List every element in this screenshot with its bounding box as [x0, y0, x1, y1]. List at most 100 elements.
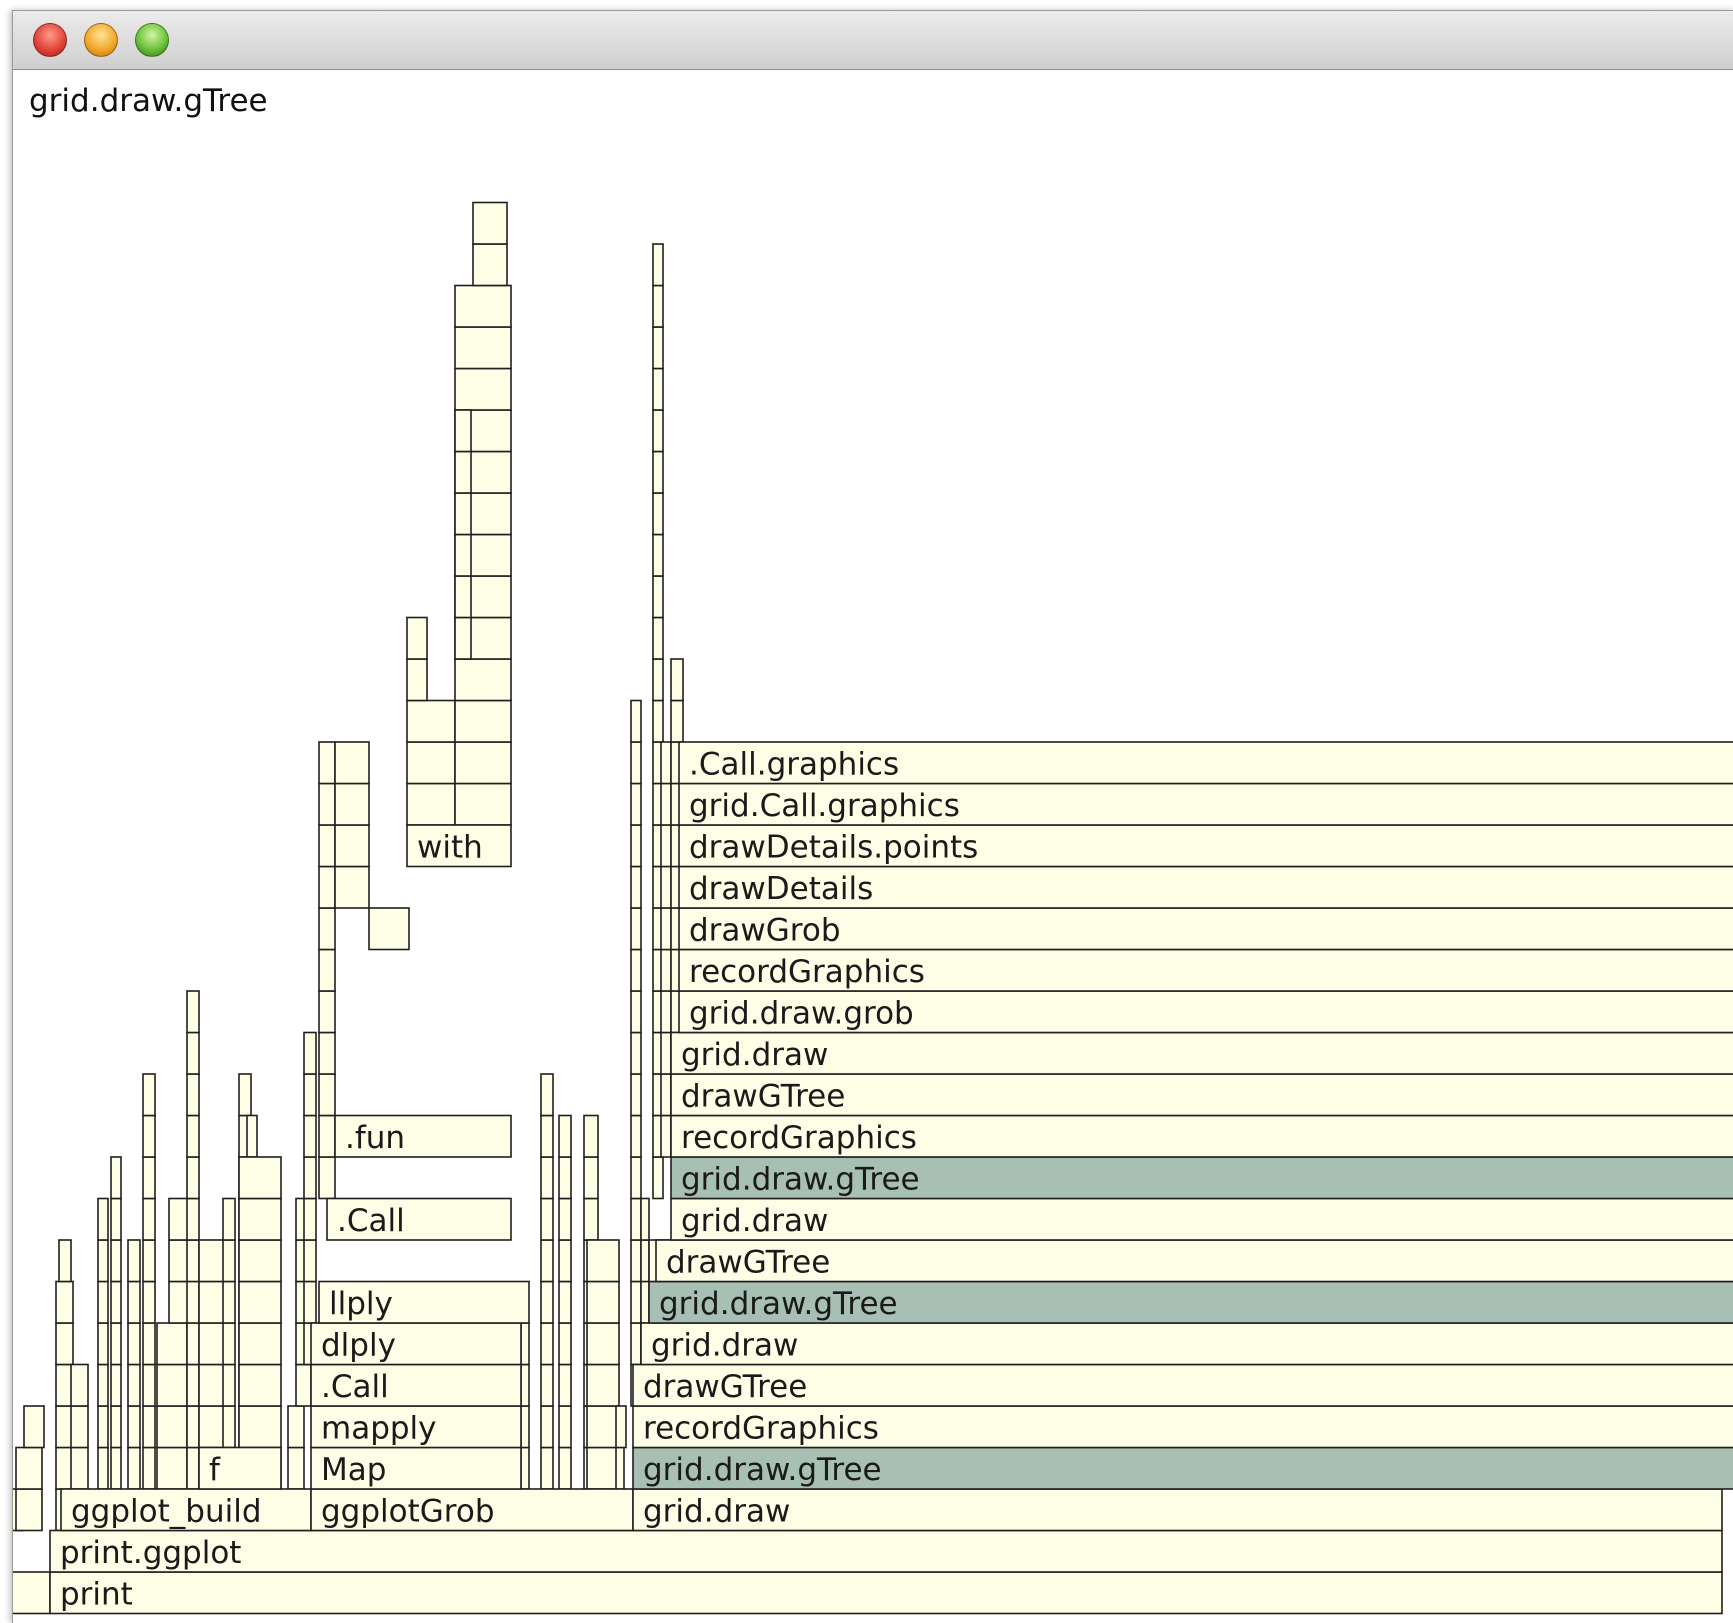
- flame-frame-unlabelled[interactable]: [238, 1405, 282, 1449]
- flame-frame-unlabelled[interactable]: [318, 824, 336, 868]
- flame-frame-unlabelled[interactable]: [142, 1114, 156, 1158]
- flame-frame-unlabelled[interactable]: [454, 616, 472, 660]
- flame-frame-unlabelled[interactable]: [238, 1073, 252, 1117]
- flame-frame-unlabelled[interactable]: [630, 782, 642, 826]
- flame-frame-unlabelled[interactable]: [318, 1156, 336, 1200]
- flame-frame-unlabelled[interactable]: [540, 1239, 554, 1283]
- flame-frame-unlabelled[interactable]: [186, 1405, 200, 1449]
- flame-frame-unlabelled[interactable]: [406, 699, 456, 743]
- flame-frame-unlabelled[interactable]: [558, 1363, 572, 1407]
- flame-frame-unlabelled[interactable]: [186, 1446, 200, 1490]
- flame-frame-unlabelled[interactable]: [660, 741, 672, 785]
- flame-frame-unlabelled[interactable]: [615, 1405, 627, 1449]
- flame-frame-unlabelled[interactable]: [318, 741, 336, 785]
- flame-frame-unlabelled[interactable]: [287, 1446, 305, 1490]
- flame-frame-unlabelled[interactable]: [318, 782, 336, 826]
- flame-frame-unlabelled[interactable]: [670, 658, 684, 702]
- flame-frame-unlabelled[interactable]: [295, 1363, 312, 1407]
- flame-frame-unlabelled[interactable]: [186, 990, 200, 1034]
- flame-frame-unlabelled[interactable]: [368, 907, 410, 951]
- flame-frame-unlabelled[interactable]: [142, 1280, 156, 1324]
- flame-frame-unlabelled[interactable]: [127, 1322, 141, 1366]
- flame-frame-unlabelled[interactable]: [186, 1322, 200, 1366]
- flame-frame-unlabelled[interactable]: [222, 1405, 236, 1449]
- flame-frame-unlabelled[interactable]: [630, 699, 642, 743]
- flame-frame-unlabelled[interactable]: [318, 948, 336, 992]
- flame-frame-unlabelled[interactable]: [142, 1073, 156, 1117]
- flame-frame-unlabelled[interactable]: [558, 1197, 572, 1241]
- flame-frame-unlabelled[interactable]: [97, 1322, 109, 1366]
- flame-frame-unlabelled[interactable]: [454, 741, 512, 785]
- flame-frame-unlabelled[interactable]: [640, 1239, 650, 1283]
- flame-frame-unlabelled[interactable]: [660, 907, 672, 951]
- flame-frame-unlabelled[interactable]: [110, 1446, 122, 1490]
- flame-frame-unlabelled[interactable]: [186, 1114, 200, 1158]
- flame-frame[interactable]: [640, 1322, 1733, 1366]
- flame-frame-unlabelled[interactable]: [586, 1363, 620, 1407]
- flame-frame-unlabelled[interactable]: [652, 533, 664, 577]
- flame-frame-unlabelled[interactable]: [186, 1073, 200, 1117]
- flame-frame-unlabelled[interactable]: [186, 1156, 200, 1200]
- flame-frame-unlabelled[interactable]: [660, 948, 672, 992]
- flame-frame[interactable]: [49, 1529, 1723, 1573]
- flame-frame-unlabelled[interactable]: [630, 1197, 642, 1241]
- flame-frame-unlabelled[interactable]: [303, 1156, 317, 1200]
- flame-frame-unlabelled[interactable]: [55, 1322, 74, 1366]
- flame-frame-unlabelled[interactable]: [334, 865, 370, 909]
- flame-frame-unlabelled[interactable]: [186, 1363, 200, 1407]
- flame-frame-unlabelled[interactable]: [238, 1197, 282, 1241]
- flame-frame-unlabelled[interactable]: [630, 741, 642, 785]
- flame-frame-unlabelled[interactable]: [586, 1405, 620, 1449]
- flame-frame-unlabelled[interactable]: [13, 1571, 51, 1615]
- flame-frame-unlabelled[interactable]: [520, 1322, 530, 1366]
- flame-frame-unlabelled[interactable]: [454, 409, 472, 453]
- flame-frame-unlabelled[interactable]: [70, 1363, 89, 1407]
- flame-frame-unlabelled[interactable]: [652, 243, 664, 287]
- flame-frame-unlabelled[interactable]: [334, 782, 370, 826]
- flame-frame-unlabelled[interactable]: [110, 1322, 122, 1366]
- flame-frame-unlabelled[interactable]: [454, 533, 472, 577]
- flame-frame-unlabelled[interactable]: [238, 1239, 282, 1283]
- flame-frame-unlabelled[interactable]: [652, 450, 664, 494]
- flame-frame-unlabelled[interactable]: [520, 1446, 530, 1490]
- flame-frame-unlabelled[interactable]: [156, 1322, 188, 1366]
- flame-frame-unlabelled[interactable]: [142, 1363, 156, 1407]
- flame-frame-unlabelled[interactable]: [406, 616, 428, 660]
- flame-frame[interactable]: [632, 1488, 1723, 1532]
- flame-frame-unlabelled[interactable]: [110, 1405, 122, 1449]
- flame-frame-unlabelled[interactable]: [110, 1239, 122, 1283]
- flame-frame-unlabelled[interactable]: [540, 1114, 554, 1158]
- flame-frame-unlabelled[interactable]: [652, 409, 664, 453]
- flame-frame-unlabelled[interactable]: [540, 1405, 554, 1449]
- flame-frame-unlabelled[interactable]: [558, 1280, 572, 1324]
- flame-frame-unlabelled[interactable]: [238, 1280, 282, 1324]
- flame-frame-unlabelled[interactable]: [652, 575, 664, 619]
- flame-frame-unlabelled[interactable]: [238, 1363, 282, 1407]
- flame-frame-unlabelled[interactable]: [630, 865, 642, 909]
- flame-frame-unlabelled[interactable]: [70, 1446, 89, 1490]
- flame-frame-unlabelled[interactable]: [630, 948, 642, 992]
- flame-frame-unlabelled[interactable]: [186, 1239, 200, 1283]
- flame-frame-unlabelled[interactable]: [652, 699, 664, 743]
- flame-frame-unlabelled[interactable]: [454, 575, 472, 619]
- flame-frame-unlabelled[interactable]: [583, 1197, 599, 1241]
- flame-frame-unlabelled[interactable]: [454, 367, 512, 411]
- flame-frame-unlabelled[interactable]: [652, 326, 664, 370]
- flame-frame-unlabelled[interactable]: [660, 865, 672, 909]
- flame-frame-unlabelled[interactable]: [303, 1031, 317, 1075]
- flame-frame-unlabelled[interactable]: [127, 1363, 141, 1407]
- flame-frame-unlabelled[interactable]: [287, 1405, 305, 1449]
- flame-frame-unlabelled[interactable]: [558, 1156, 572, 1200]
- flame-frame-unlabelled[interactable]: [652, 616, 664, 660]
- flame-frame-unlabelled[interactable]: [540, 1446, 554, 1490]
- flame-frame-unlabelled[interactable]: [558, 1405, 572, 1449]
- flame-frame-unlabelled[interactable]: [142, 1446, 156, 1490]
- flame-frame-unlabelled[interactable]: [23, 1405, 45, 1449]
- flame-frame-unlabelled[interactable]: [630, 1073, 642, 1117]
- flame-frame-unlabelled[interactable]: [640, 1280, 650, 1324]
- flame-frame-unlabelled[interactable]: [318, 865, 336, 909]
- flame-frame-unlabelled[interactable]: [318, 990, 336, 1034]
- flame-frame-unlabelled[interactable]: [142, 1197, 156, 1241]
- flame-frame-unlabelled[interactable]: [660, 1114, 672, 1158]
- flame-frame-unlabelled[interactable]: [318, 1031, 336, 1075]
